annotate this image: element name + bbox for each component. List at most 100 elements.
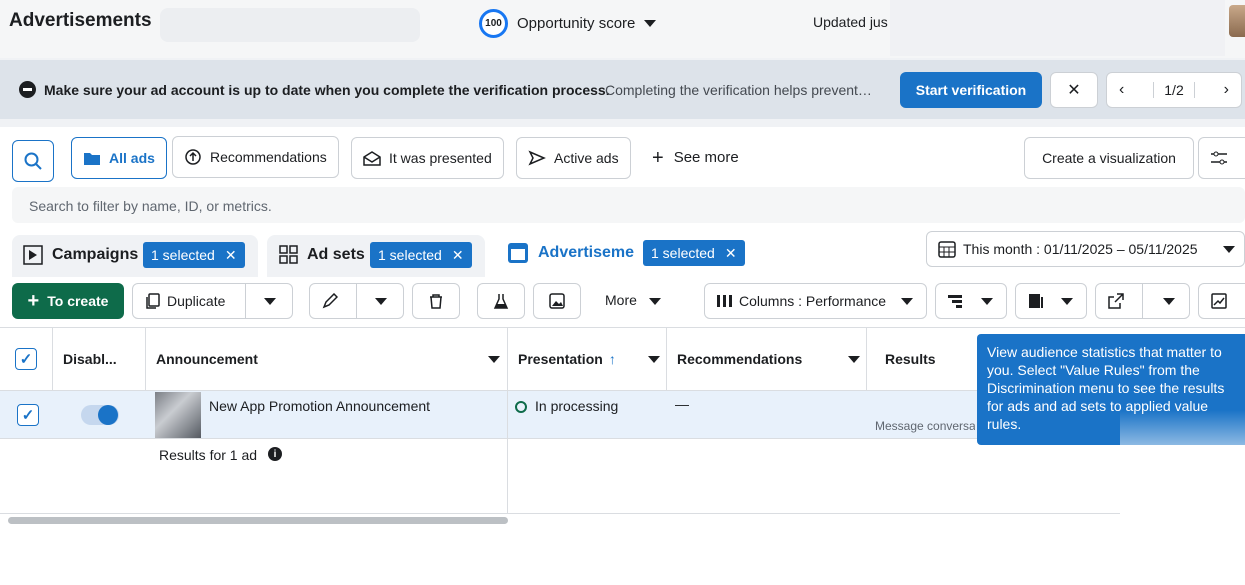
calendar-icon <box>938 241 956 258</box>
chevron-down-icon[interactable] <box>644 20 656 27</box>
preview-button[interactable] <box>533 283 581 319</box>
envelope-icon <box>363 151 381 166</box>
horizontal-scrollbar[interactable] <box>8 517 508 524</box>
select-all-cell: ✓ <box>0 327 53 391</box>
header-results[interactable]: Results <box>875 327 985 391</box>
chevron-down-icon[interactable] <box>981 298 993 305</box>
recommendation-value: — <box>675 396 689 412</box>
column-divider <box>507 391 508 513</box>
filter-presented[interactable]: It was presented <box>351 137 504 179</box>
plus-icon: + <box>652 146 664 169</box>
filter-recommendations[interactable]: Recommendations <box>172 136 339 178</box>
header-presentation[interactable]: Presentation ↑ <box>508 327 667 391</box>
search-icon <box>24 152 42 170</box>
tab-advertisements-label: Advertiseme <box>538 244 634 261</box>
reports-dropdown[interactable] <box>1015 283 1087 319</box>
close-icon: ✕ <box>1067 82 1081 99</box>
results-subtext: Message conversa <box>875 419 975 433</box>
charts-button[interactable] <box>1198 283 1245 319</box>
fade-overlay <box>1120 410 1245 585</box>
see-more-button[interactable]: + See more <box>652 146 739 169</box>
results-summary: Results for 1 ad <box>159 447 258 463</box>
report-icon <box>1029 294 1043 308</box>
blurred-header-actions <box>890 0 1225 56</box>
more-button[interactable]: More <box>605 292 637 308</box>
banner-description: Completing the verification helps preven… <box>605 82 872 98</box>
pager-label: 1/2 <box>1153 82 1195 98</box>
chevron-down-icon[interactable] <box>1061 298 1073 305</box>
pencil-icon <box>322 293 338 309</box>
header-recommendations[interactable]: Recommendations <box>667 327 867 391</box>
row-checkbox[interactable]: ✓ <box>17 404 39 426</box>
opportunity-score-icon[interactable]: 100 <box>479 9 508 38</box>
opportunity-score-label[interactable]: Opportunity score <box>517 15 635 32</box>
blurred-account-selector[interactable] <box>160 8 420 42</box>
export-icon <box>1108 293 1124 309</box>
columns-dropdown[interactable]: Columns : Performance <box>704 283 927 319</box>
duplicate-icon <box>146 293 160 309</box>
campaigns-selected-badge[interactable]: 1 selected ✕ <box>143 242 245 268</box>
folder-icon <box>84 152 100 165</box>
ab-test-button[interactable] <box>477 283 525 319</box>
ad-thumbnail <box>155 392 201 438</box>
table-bottom-border <box>0 513 1245 514</box>
search-input[interactable]: Search to filter by name, ID, or metrics… <box>29 198 272 214</box>
status-text: In processing <box>535 398 619 414</box>
create-visualization-button[interactable]: Create a visualization <box>1024 137 1194 179</box>
send-icon <box>528 150 546 166</box>
filter-all-ads[interactable]: All ads <box>71 137 167 179</box>
adsets-selected-badge[interactable]: 1 selected ✕ <box>370 242 472 268</box>
info-icon[interactable]: i <box>268 447 282 461</box>
chevron-down-icon[interactable] <box>901 298 913 305</box>
image-icon <box>549 293 565 309</box>
close-icon[interactable]: ✕ <box>725 245 737 262</box>
chevron-down-icon[interactable] <box>648 356 660 363</box>
ad-name[interactable]: New App Promotion Announcement <box>209 398 430 414</box>
close-banner-button[interactable]: ✕ <box>1050 72 1098 108</box>
create-button[interactable]: + To create <box>12 283 124 319</box>
select-all-checkbox[interactable]: ✓ <box>15 348 37 370</box>
breakdown-dropdown[interactable] <box>935 283 1007 319</box>
close-icon[interactable]: ✕ <box>225 247 237 264</box>
previous-icon[interactable]: ‹ <box>1119 81 1124 99</box>
updated-status: Updated jus <box>813 14 888 30</box>
chevron-down-icon[interactable] <box>488 356 500 363</box>
chevron-down-icon[interactable] <box>649 298 661 305</box>
filter-settings-button[interactable] <box>1198 137 1245 179</box>
flask-icon <box>493 294 509 309</box>
sliders-icon <box>1211 151 1227 165</box>
campaign-flag-icon <box>23 245 43 265</box>
grid-icon <box>279 245 298 264</box>
chevron-down-icon[interactable] <box>1163 298 1175 305</box>
banner-title: Make sure your ad account is up to date … <box>44 82 610 98</box>
header-announcement[interactable]: Announcement <box>146 327 508 391</box>
header-disabled[interactable]: Disabl... <box>53 327 146 391</box>
divider <box>356 284 357 318</box>
plus-icon: + <box>27 289 40 312</box>
sort-arrow-icon: ↑ <box>608 351 616 367</box>
date-range-picker[interactable]: This month : 01/11/2025 – 05/11/2025 <box>926 231 1245 267</box>
close-icon[interactable]: ✕ <box>452 247 464 264</box>
alert-minus-icon <box>19 81 36 98</box>
filter-active-ads[interactable]: Active ads <box>516 137 631 179</box>
divider <box>1142 284 1143 318</box>
chevron-down-icon[interactable] <box>848 356 860 363</box>
tab-campaigns-label: Campaigns <box>52 246 139 263</box>
columns-icon <box>717 295 732 307</box>
ad-toggle-knob <box>98 405 118 425</box>
ad-icon <box>508 243 528 263</box>
search-button[interactable] <box>12 140 54 182</box>
next-icon[interactable]: › <box>1224 81 1229 99</box>
status-dot-icon <box>515 401 527 413</box>
avatar[interactable] <box>1229 5 1245 37</box>
chevron-down-icon[interactable] <box>1223 246 1235 253</box>
duplicate-menu-chevron-icon[interactable] <box>264 298 276 305</box>
divider <box>245 284 246 318</box>
delete-button[interactable] <box>412 283 460 319</box>
edit-menu-chevron-icon[interactable] <box>375 298 387 305</box>
chart-icon <box>1211 293 1227 309</box>
banner-pager: ‹ 1/2 › <box>1106 72 1242 108</box>
breakdown-icon <box>948 295 962 308</box>
start-verification-button[interactable]: Start verification <box>900 72 1042 108</box>
ads-selected-badge[interactable]: 1 selected ✕ <box>643 240 745 266</box>
